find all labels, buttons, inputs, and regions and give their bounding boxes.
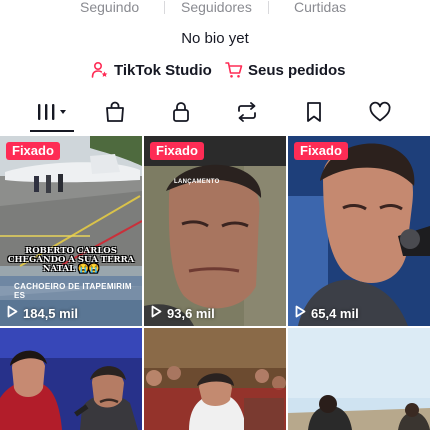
pinned-badge: Fixado bbox=[294, 142, 348, 160]
tiktok-studio-label: TikTok Studio bbox=[114, 61, 212, 79]
video-thumbnail[interactable]: ROBERTO CARLOS CHEGANDO A SUA TERRA NATA… bbox=[0, 136, 142, 326]
profile-links: TikTok Studio Seus pedidos bbox=[0, 61, 430, 83]
video-thumbnail[interactable] bbox=[144, 328, 286, 430]
followers-label[interactable]: Seguidores bbox=[181, 0, 252, 15]
view-count-label: 184,5 mil bbox=[23, 305, 78, 321]
orders-label: Seus pedidos bbox=[248, 61, 346, 79]
tab-liked[interactable] bbox=[360, 98, 400, 130]
heart-icon bbox=[368, 100, 392, 129]
video-location-text: CACHOEIRO DE ITAPEMIRIM ES bbox=[14, 282, 132, 300]
profile-tabs bbox=[0, 98, 430, 132]
video-tag-text: LANÇAMENTO bbox=[174, 179, 220, 185]
video-preview-image bbox=[144, 136, 286, 326]
profile-bio: No bio yet bbox=[181, 30, 249, 47]
following-label[interactable]: Seguindo bbox=[80, 0, 139, 15]
video-thumbnail[interactable]: LANÇAMENTO Fixado 93,6 mil bbox=[144, 136, 286, 326]
shopping-cart-icon bbox=[225, 61, 243, 79]
video-preview-image bbox=[288, 136, 430, 326]
view-count-label: 93,6 mil bbox=[167, 305, 215, 321]
orders-link[interactable]: Seus pedidos bbox=[225, 61, 346, 79]
tiktok-studio-link[interactable]: TikTok Studio bbox=[91, 61, 212, 79]
likes-label: Curtidas bbox=[294, 0, 347, 15]
person-star-icon bbox=[91, 61, 109, 79]
view-count: 65,4 mil bbox=[295, 305, 359, 321]
divider bbox=[268, 1, 269, 14]
video-caption: ROBERTO CARLOS CHEGANDO A SUA TERRA NATA… bbox=[7, 246, 135, 274]
shopping-bag-icon bbox=[103, 100, 127, 129]
video-grid: ROBERTO CARLOS CHEGANDO A SUA TERRA NATA… bbox=[0, 136, 430, 430]
video-preview-image bbox=[0, 328, 142, 430]
pinned-badge: Fixado bbox=[6, 142, 60, 160]
video-thumbnail[interactable] bbox=[0, 328, 142, 430]
grid-bars-icon bbox=[35, 101, 69, 128]
tab-selected-indicator bbox=[30, 130, 74, 132]
play-icon bbox=[7, 305, 18, 321]
video-preview-image bbox=[288, 328, 430, 430]
video-preview-image bbox=[144, 328, 286, 430]
tab-favorites[interactable] bbox=[294, 98, 334, 130]
divider bbox=[164, 1, 165, 14]
tab-private[interactable] bbox=[161, 98, 201, 130]
repost-icon bbox=[235, 100, 259, 129]
tab-videos[interactable] bbox=[30, 98, 74, 130]
video-thumbnail[interactable] bbox=[288, 328, 430, 430]
bookmark-icon bbox=[302, 100, 326, 129]
view-count: 184,5 mil bbox=[7, 305, 78, 321]
lock-icon bbox=[169, 100, 193, 129]
video-thumbnail[interactable]: Fixado 65,4 mil bbox=[288, 136, 430, 326]
tab-shop[interactable] bbox=[95, 98, 135, 130]
view-count: 93,6 mil bbox=[151, 305, 215, 321]
play-icon bbox=[295, 305, 306, 321]
pinned-badge: Fixado bbox=[150, 142, 204, 160]
play-icon bbox=[151, 305, 162, 321]
view-count-label: 65,4 mil bbox=[311, 305, 359, 321]
tab-reposts[interactable] bbox=[227, 98, 267, 130]
profile-stats: Seguindo Seguidores Curtidas bbox=[0, 0, 430, 20]
